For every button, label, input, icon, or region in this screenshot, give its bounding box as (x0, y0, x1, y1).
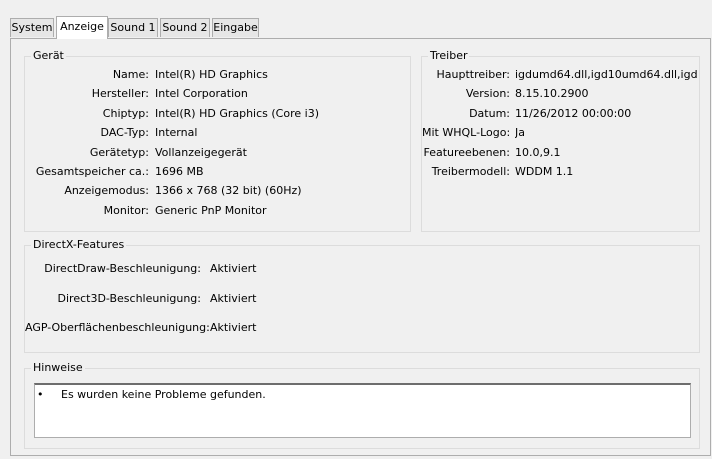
directx-row-directdraw: DirectDraw-Beschleunigung: Aktiviert (25, 261, 699, 277)
treiber-row-treibermodell: Treibermodell: WDDM 1.1 (422, 164, 699, 180)
label: Mit WHQL-Logo: (422, 126, 511, 139)
hinweise-title: Hinweise (31, 361, 85, 375)
label: Version: (465, 87, 510, 100)
label: Name: (112, 68, 149, 81)
label: Featureebenen: (423, 146, 510, 159)
value: 10.0,9.1 (515, 146, 561, 159)
geraet-row-monitor: Monitor: Generic PnP Monitor (25, 203, 410, 219)
label: Direct3D-Beschleunigung: (57, 292, 201, 305)
label: Chiptyp: (102, 107, 149, 120)
value: 11/26/2012 00:00:00 (515, 107, 632, 120)
treiber-row-whql: Mit WHQL-Logo: Ja (422, 125, 699, 141)
value: Vollanzeigegerät (155, 146, 247, 159)
geraet-title: Gerät (31, 49, 66, 63)
tab-sound-1[interactable]: Sound 1 (108, 18, 158, 37)
value: Intel(R) HD Graphics (Core i3) (155, 107, 319, 120)
treiber-row-featureebenen: Featureebenen: 10.0,9.1 (422, 145, 699, 161)
tab-eingabe[interactable]: Eingabe (212, 18, 259, 37)
label: DAC-Typ: (100, 126, 149, 139)
hinweise-group: Hinweise • Es wurden keine Probleme gefu… (24, 361, 700, 449)
geraet-row-name: Name: Intel(R) HD Graphics (25, 67, 410, 83)
geraet-row-chiptyp: Chiptyp: Intel(R) HD Graphics (Core i3) (25, 106, 410, 122)
value: Aktiviert (210, 262, 257, 275)
value: Aktiviert (210, 321, 257, 334)
geraet-row-gesamtspeicher: Gesamtspeicher ca.: 1696 MB (25, 164, 410, 180)
label: Treibermodell: (431, 165, 510, 178)
value: Intel Corporation (155, 87, 248, 100)
value: igdumd64.dll,igd10umd64.dll,igdumd> (515, 68, 698, 81)
value: Internal (155, 126, 198, 139)
treiber-row-version: Version: 8.15.10.2900 (422, 86, 699, 102)
value: Intel(R) HD Graphics (155, 68, 268, 81)
bullet-icon: • (37, 388, 44, 401)
anzeige-panel: Gerät Name: Intel(R) HD Graphics Herstel… (10, 38, 711, 456)
treiber-row-haupttreiber: Haupttreiber: igdumd64.dll,igd10umd64.dl… (422, 67, 699, 83)
treiber-group: Treiber Haupttreiber: igdumd64.dll,igd10… (421, 49, 700, 232)
value: WDDM 1.1 (515, 165, 574, 178)
treiber-row-datum: Datum: 11/26/2012 00:00:00 (422, 106, 699, 122)
label: Anzeigemodus: (64, 184, 149, 197)
directx-row-direct3d: Direct3D-Beschleunigung: Aktiviert (25, 291, 699, 307)
geraet-group: Gerät Name: Intel(R) HD Graphics Herstel… (24, 49, 411, 232)
geraet-row-geraetetyp: Gerätetyp: Vollanzeigegerät (25, 145, 410, 161)
label: Gerätetyp: (89, 146, 149, 159)
directx-row-agp: AGP-Oberflächenbeschleunigung: Aktiviert (25, 320, 699, 336)
label: Hersteller: (91, 87, 149, 100)
label: DirectDraw-Beschleunigung: (44, 262, 201, 275)
note-text: Es wurden keine Probleme gefunden. (61, 388, 266, 401)
label: Gesamtspeicher ca.: (35, 165, 149, 178)
notes-textbox[interactable]: • Es wurden keine Probleme gefunden. (34, 383, 691, 438)
tab-sound-2[interactable]: Sound 2 (160, 18, 210, 37)
geraet-row-dac-typ: DAC-Typ: Internal (25, 125, 410, 141)
geraet-row-hersteller: Hersteller: Intel Corporation (25, 86, 410, 102)
value: 8.15.10.2900 (515, 87, 589, 100)
value: Aktiviert (210, 292, 257, 305)
label: Datum: (469, 107, 510, 120)
treiber-title: Treiber (428, 49, 470, 63)
directx-features-title: DirectX-Features (31, 238, 127, 252)
value: 1696 MB (155, 165, 204, 178)
value: Ja (515, 126, 525, 139)
directx-features-group: DirectX-Features DirectDraw-Beschleunigu… (24, 238, 700, 353)
label: AGP-Oberflächenbeschleunigung: (25, 321, 210, 334)
label: Haupttreiber: (436, 68, 510, 81)
tab-system[interactable]: System (10, 18, 54, 37)
value: Generic PnP Monitor (155, 204, 267, 217)
geraet-row-anzeigemodus: Anzeigemodus: 1366 x 768 (32 bit) (60Hz) (25, 183, 410, 199)
label: Monitor: (103, 204, 149, 217)
value: 1366 x 768 (32 bit) (60Hz) (155, 184, 302, 197)
tab-anzeige[interactable]: Anzeige (56, 16, 108, 39)
